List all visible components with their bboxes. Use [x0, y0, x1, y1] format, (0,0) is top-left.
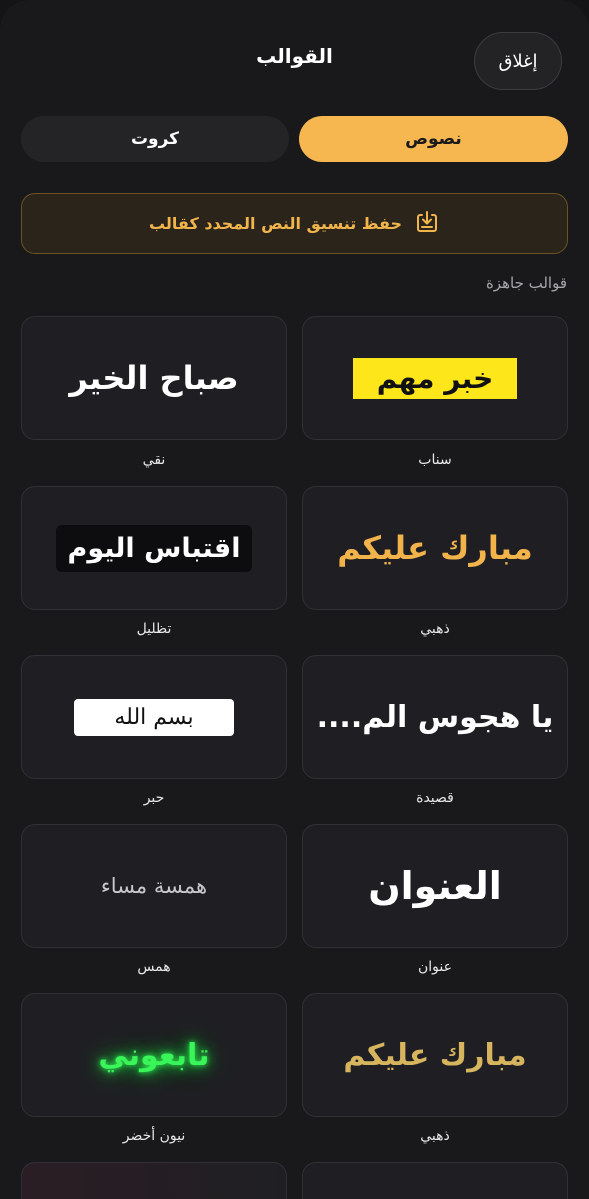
template-card-whisper[interactable]: همسة مساء	[21, 824, 287, 948]
download-box-icon	[414, 209, 440, 239]
template-preview: خبر مهم	[352, 357, 518, 399]
template-card-ink[interactable]: بسم الله	[21, 655, 287, 779]
template-name: همس	[137, 959, 171, 975]
template-name: قصيدة	[416, 790, 454, 806]
template-name: نقي	[142, 452, 166, 468]
template-name: ذهبي	[420, 621, 450, 637]
template-card-snap[interactable]: خبر مهم	[302, 316, 568, 440]
template-preview: مبارك عليكم	[337, 529, 533, 567]
close-button[interactable]: إغلاق	[474, 32, 562, 90]
save-template-label: حفظ تنسيق النص المحدد كقالب	[148, 214, 403, 233]
template-preview: العنوان	[368, 864, 502, 908]
template-preview: صباح الخير	[69, 359, 239, 397]
template-name: سناب	[418, 452, 452, 468]
template-card-gold-2[interactable]: مبارك عليكم	[302, 993, 568, 1117]
template-card-title[interactable]: العنوان	[302, 824, 568, 948]
templates-sheet: القوالب إغلاق نصوص كروت حفظ تنسيق النص ا…	[0, 0, 589, 1199]
template-preview: همسة مساء	[100, 874, 208, 898]
template-card-clean[interactable]: صباح الخير	[21, 316, 287, 440]
template-preview: مبارك عليكم	[343, 1037, 527, 1073]
template-preview: يا هجوس الم....	[316, 699, 554, 735]
tab-cards[interactable]: كروت	[21, 116, 289, 162]
save-template-button[interactable]: حفظ تنسيق النص المحدد كقالب	[21, 193, 568, 254]
template-preview: اقتباس اليوم	[55, 524, 253, 572]
header: القوالب إغلاق	[0, 0, 589, 110]
template-preview: بسم الله	[74, 698, 234, 736]
template-card-partial[interactable]	[21, 1162, 287, 1199]
section-label-ready-templates: قوالب جاهزة	[485, 274, 567, 292]
template-card-poem[interactable]: يا هجوس الم....	[302, 655, 568, 779]
template-card-shadow[interactable]: اقتباس اليوم	[21, 486, 287, 610]
template-name: تظليل	[136, 621, 172, 637]
template-name: ذهبي	[420, 1128, 450, 1144]
template-card-neon-green[interactable]: تابعوني	[21, 993, 287, 1117]
tab-texts[interactable]: نصوص	[299, 116, 568, 162]
template-card-partial[interactable]	[302, 1162, 568, 1199]
template-card-gold[interactable]: مبارك عليكم	[302, 486, 568, 610]
template-name: حبر	[143, 790, 165, 806]
template-preview: تابعوني	[98, 1037, 210, 1073]
template-name: نيون أخضر	[122, 1128, 186, 1144]
template-name: عنوان	[418, 959, 452, 975]
